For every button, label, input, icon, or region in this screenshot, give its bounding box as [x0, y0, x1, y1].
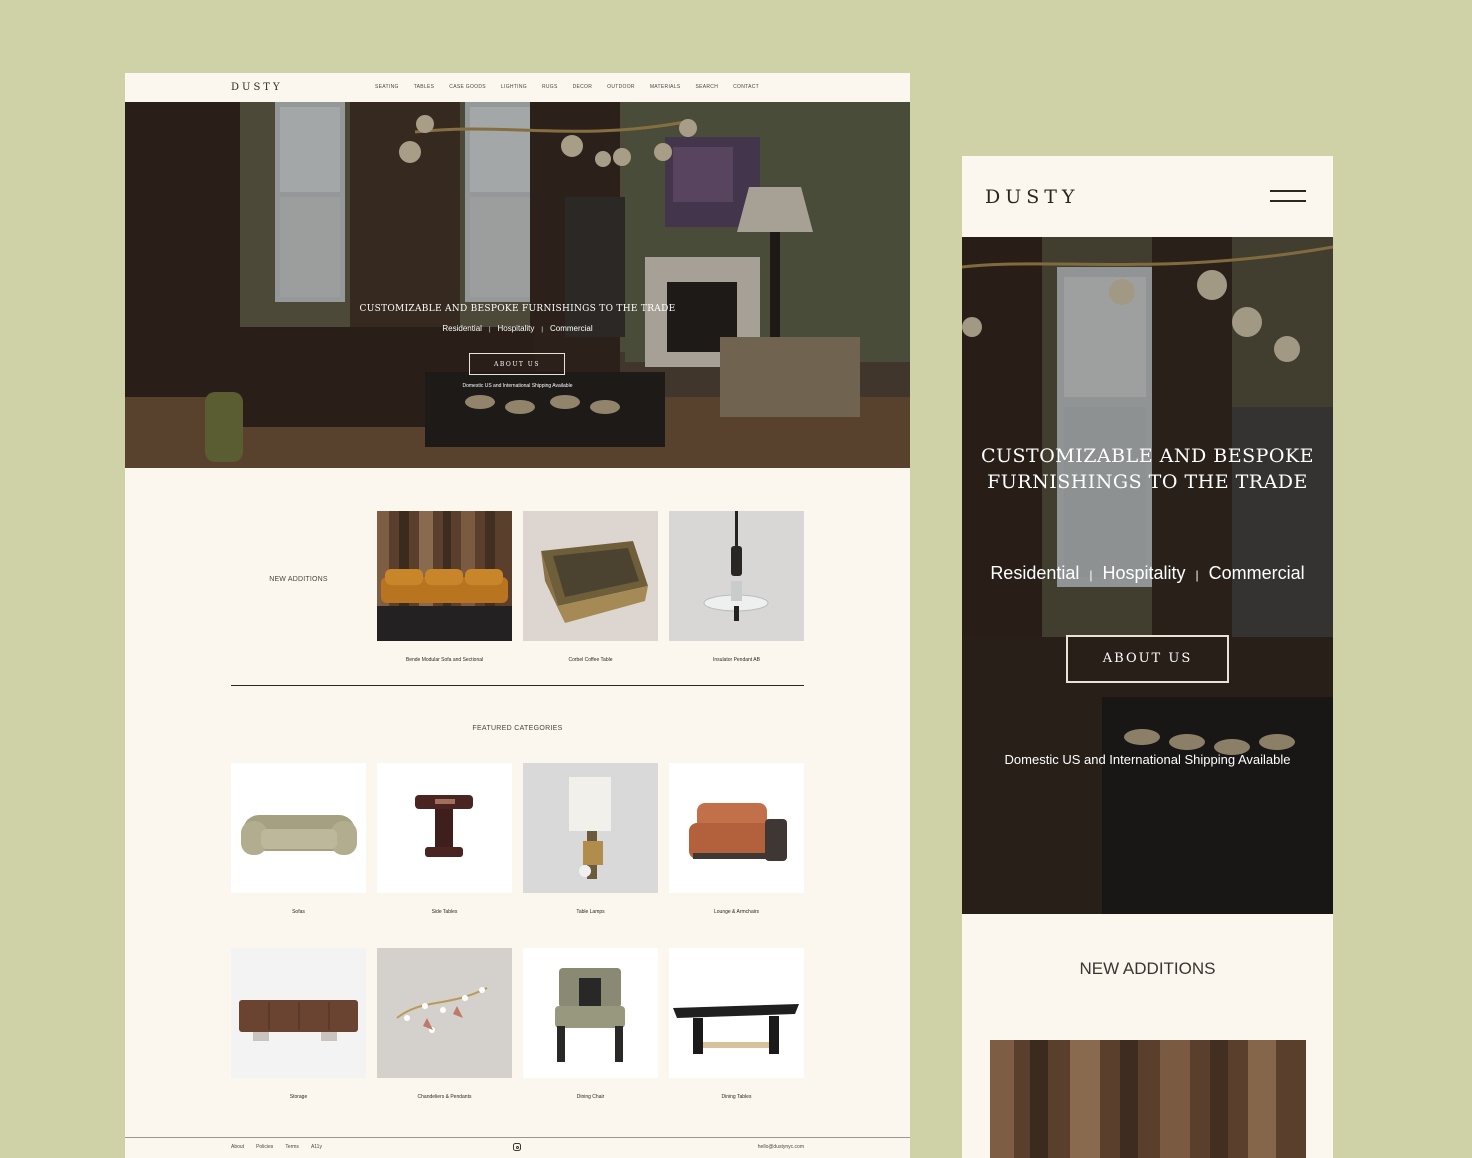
hero-segments: Residential | Hospitality | Commercial	[125, 324, 910, 333]
new-additions-heading: NEW ADDITIONS	[269, 576, 328, 583]
segment-commercial: Commercial	[549, 324, 593, 333]
footer-link-policies[interactable]: Policies	[256, 1144, 273, 1150]
category-tile-dining-chair[interactable]	[523, 948, 658, 1078]
category-caption[interactable]: Lounge & Armchairs	[669, 909, 804, 915]
footer-email[interactable]: hello@dustynyc.com	[758, 1144, 804, 1150]
category-tile-storage[interactable]	[231, 948, 366, 1078]
pendant-photo	[669, 511, 804, 641]
chandelier-image	[377, 948, 512, 1078]
product-caption[interactable]: Insulator Pendant AB	[669, 657, 804, 663]
category-caption[interactable]: Dining Chair	[523, 1094, 658, 1100]
category-tile-sofas[interactable]	[231, 763, 366, 893]
mobile-product-tile[interactable]	[990, 1040, 1306, 1158]
product-tile-insulator-pendant[interactable]	[669, 511, 804, 641]
mobile-mockup: DUSTY CUSTOMIZABLE AND BESPOKE FURNISHIN…	[962, 156, 1333, 1158]
instagram-icon[interactable]	[513, 1143, 521, 1151]
footer-divider	[125, 1137, 910, 1138]
featured-categories-heading: FEATURED CATEGORIES	[472, 725, 563, 732]
segment-hospitality: Hospitality	[1102, 563, 1186, 583]
mobile-about-us-button[interactable]: ABOUT US	[1066, 635, 1229, 683]
category-caption[interactable]: Storage	[231, 1094, 366, 1100]
category-tile-dining-tables[interactable]	[669, 948, 804, 1078]
headline-line: CUSTOMIZABLE AND BESPOKE	[980, 445, 1315, 467]
segment-separator: |	[1195, 568, 1199, 582]
category-tile-chandeliers[interactable]	[377, 948, 512, 1078]
section-divider	[231, 685, 804, 686]
mobile-sofa-photo	[990, 1040, 1306, 1158]
segment-separator: |	[1089, 568, 1093, 582]
product-caption[interactable]: Corbel Coffee Table	[523, 657, 658, 663]
mobile-hero: CUSTOMIZABLE AND BESPOKE FURNISHINGS TO …	[962, 237, 1333, 914]
segment-hospitality: Hospitality	[497, 324, 535, 333]
hero-headline: CUSTOMIZABLE AND BESPOKE FURNISHINGS TO …	[359, 304, 676, 314]
nav-item-outdoor[interactable]: OUTDOOR	[607, 84, 635, 90]
dining-chair-image	[523, 948, 658, 1078]
product-tile-bende-sofa[interactable]	[377, 511, 512, 641]
side-table-image	[377, 763, 512, 893]
segment-separator: |	[541, 327, 543, 333]
segment-residential: Residential	[442, 324, 482, 333]
category-caption[interactable]: Side Tables	[377, 909, 512, 915]
nav-item-seating[interactable]: SEATING	[375, 84, 399, 90]
mobile-hero-headline: CUSTOMIZABLE AND BESPOKE FURNISHINGS TO …	[962, 443, 1333, 495]
mobile-hero-segments: Residential | Hospitality | Commercial	[962, 563, 1333, 584]
category-tile-lounge-armchairs[interactable]	[669, 763, 804, 893]
category-tile-side-tables[interactable]	[377, 763, 512, 893]
footer-link-about[interactable]: About	[231, 1144, 244, 1150]
table-lamp-image	[523, 763, 658, 893]
about-us-button[interactable]: ABOUT US	[469, 353, 565, 375]
nav-item-decor[interactable]: DECOR	[573, 84, 593, 90]
desktop-mockup: DUSTY SEATING TABLES CASE GOODS LIGHTING…	[125, 73, 910, 1158]
segment-separator: |	[488, 327, 491, 333]
nav-item-materials[interactable]: MATERIALS	[650, 84, 681, 90]
category-caption[interactable]: Table Lamps	[523, 909, 658, 915]
category-caption[interactable]: Chandeliers & Pendants	[377, 1094, 512, 1100]
armchair-image	[669, 763, 804, 893]
footer-link-terms[interactable]: Terms	[285, 1144, 299, 1150]
headline-line: FURNISHINGS TO THE TRADE	[987, 471, 1308, 493]
sofa-icon-image	[231, 763, 366, 893]
mobile-shipping-note: Domestic US and International Shipping A…	[1004, 752, 1291, 767]
mobile-logo[interactable]: DUSTY	[985, 186, 1079, 208]
hamburger-icon[interactable]	[1270, 188, 1306, 206]
nav-item-rugs[interactable]: RUGS	[542, 84, 558, 90]
product-tile-corbel-table[interactable]	[523, 511, 658, 641]
coffee-table-photo	[523, 511, 658, 641]
storage-image	[231, 948, 366, 1078]
product-caption[interactable]: Bende Modular Sofa and Sectional	[377, 657, 512, 663]
sofa-photo	[377, 511, 512, 641]
nav-item-contact[interactable]: CONTACT	[733, 84, 759, 90]
footer-links: About Policies Terms A11y	[231, 1144, 334, 1150]
desktop-main-menu: SEATING TABLES CASE GOODS LIGHTING RUGS …	[375, 84, 774, 90]
segment-commercial: Commercial	[1208, 563, 1305, 583]
nav-item-case-goods[interactable]: CASE GOODS	[449, 84, 486, 90]
category-caption[interactable]: Sofas	[231, 909, 366, 915]
shipping-note: Domestic US and International Shipping A…	[462, 383, 573, 389]
hero-interior-photo	[125, 102, 910, 468]
category-tile-table-lamps[interactable]	[523, 763, 658, 893]
desktop-hero: CUSTOMIZABLE AND BESPOKE FURNISHINGS TO …	[125, 102, 910, 468]
mobile-new-additions-heading: NEW ADDITIONS	[1079, 959, 1216, 978]
dining-table-image	[669, 948, 804, 1078]
desktop-logo[interactable]: DUSTY	[231, 82, 283, 93]
category-caption[interactable]: Dining Tables	[669, 1094, 804, 1100]
desktop-nav-bar: DUSTY SEATING TABLES CASE GOODS LIGHTING…	[125, 73, 910, 102]
footer-link-a11y[interactable]: A11y	[311, 1144, 322, 1150]
nav-item-lighting[interactable]: LIGHTING	[501, 84, 527, 90]
nav-item-tables[interactable]: TABLES	[414, 84, 435, 90]
nav-item-search[interactable]: SEARCH	[695, 84, 718, 90]
segment-residential: Residential	[990, 563, 1080, 583]
